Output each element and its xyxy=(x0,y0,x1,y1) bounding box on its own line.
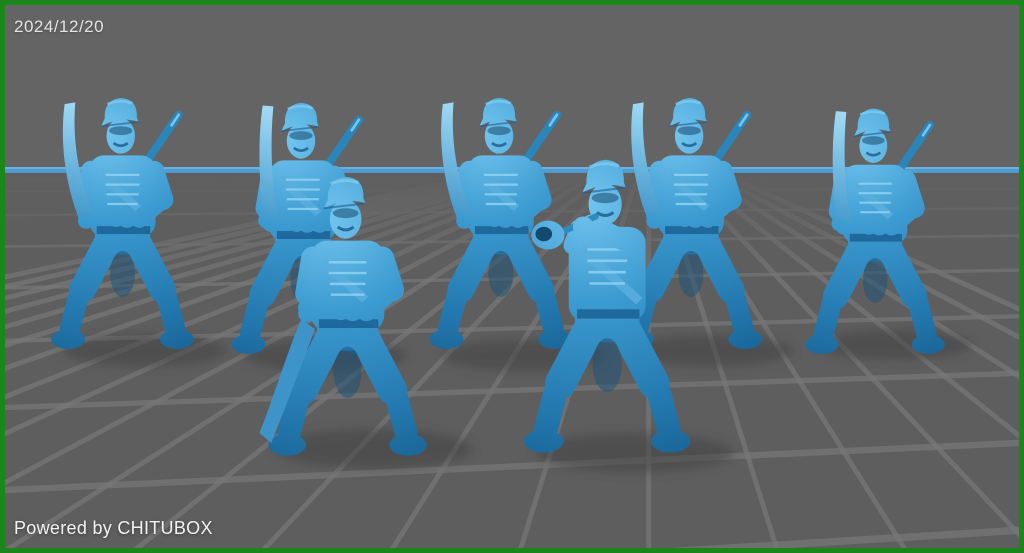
slicer-viewport-frame: 2024/12/20 Powered by CHITUBOX xyxy=(0,0,1024,553)
3d-scene-canvas[interactable] xyxy=(5,5,1019,548)
date-label: 2024/12/20 xyxy=(14,17,104,37)
chitubox-watermark: Powered by CHITUBOX xyxy=(14,518,213,539)
miniature-cavalry-trooper-1[interactable] xyxy=(51,98,194,349)
miniature-figures-layer xyxy=(5,5,1019,548)
miniature-cavalry-trooper-5[interactable] xyxy=(805,109,944,354)
